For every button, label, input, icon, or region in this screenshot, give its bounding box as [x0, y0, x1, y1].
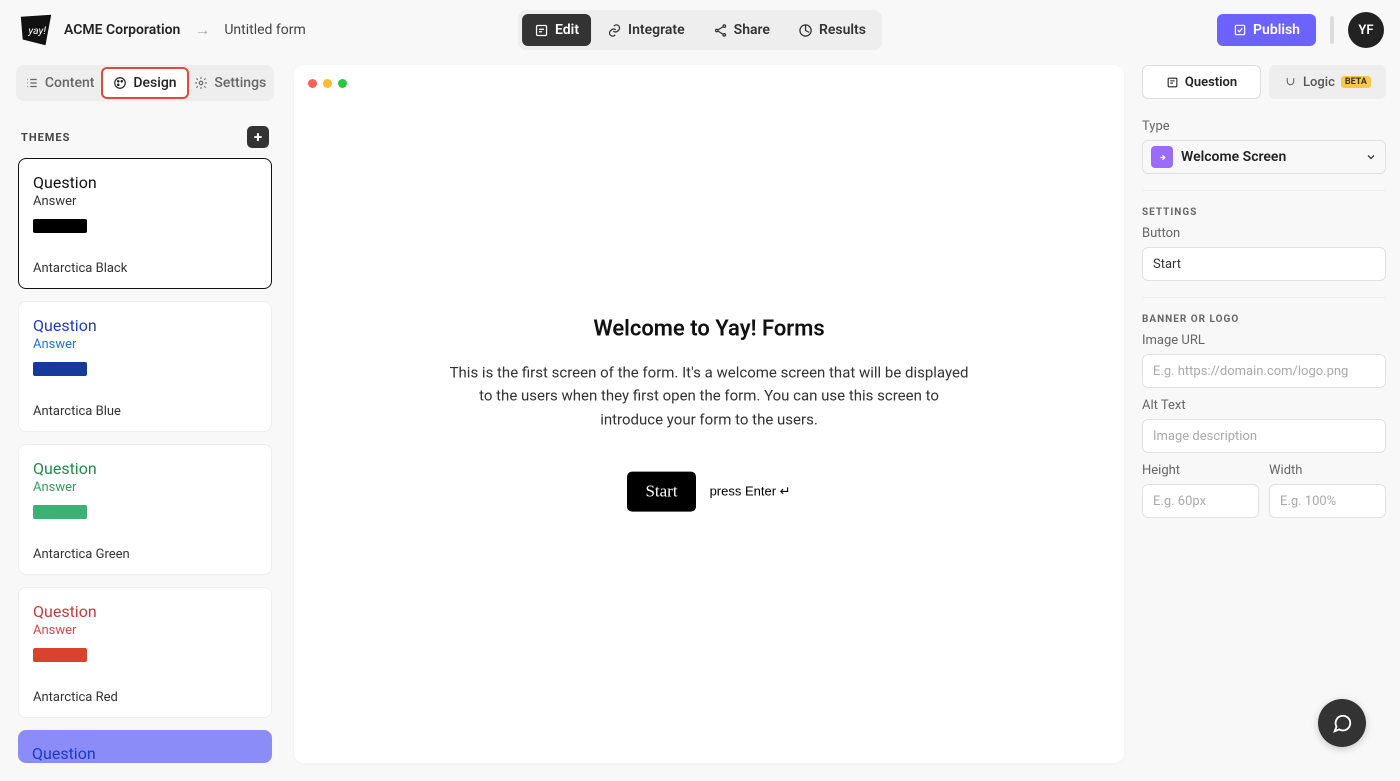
window-traffic-lights [308, 79, 347, 88]
top-bar: yay! ACME Corporation → Untitled form Ed… [0, 0, 1400, 60]
alt-text-input[interactable] [1142, 419, 1386, 453]
results-icon [798, 23, 813, 38]
form-preview: Welcome to Yay! Forms This is the first … [294, 65, 1124, 763]
height-input[interactable] [1142, 484, 1259, 518]
logo[interactable]: yay! [16, 11, 56, 49]
left-tabs: Content Design Settings [16, 65, 274, 101]
type-select[interactable]: Welcome Screen [1142, 140, 1386, 174]
theme-card[interactable]: Question [18, 730, 272, 763]
image-url-input[interactable] [1142, 354, 1386, 388]
chevron-right-icon: → [194, 20, 210, 40]
edit-tab[interactable]: Edit [522, 14, 591, 46]
add-theme-button[interactable]: + [247, 126, 269, 148]
svg-text:yay!: yay! [27, 24, 46, 37]
question-icon [1166, 76, 1179, 89]
welcome-description[interactable]: This is the first screen of the form. It… [449, 362, 969, 432]
results-tab[interactable]: Results [786, 14, 878, 46]
publish-button[interactable]: Publish [1217, 14, 1316, 46]
logic-icon [1284, 76, 1297, 89]
main-layout: Content Design Settings THEMES + Q [0, 60, 1400, 781]
right-column: Question Logic BETA Type Welcome Screen … [1142, 60, 1400, 781]
image-url-label: Image URL [1142, 333, 1386, 348]
palette-icon [113, 76, 127, 90]
button-label: Button [1142, 226, 1386, 241]
alt-text-label: Alt Text [1142, 398, 1386, 413]
avatar[interactable]: YF [1348, 12, 1384, 48]
preview-column: Welcome to Yay! Forms This is the first … [280, 60, 1142, 781]
breadcrumb: ACME Corporation → Untitled form [64, 20, 306, 40]
beta-badge: BETA [1341, 76, 1371, 88]
edit-icon [534, 23, 549, 38]
maximize-dot-icon [338, 79, 347, 88]
settings-heading: SETTINGS [1142, 207, 1386, 218]
type-label: Type [1142, 119, 1386, 134]
yay-logo-icon: yay! [16, 11, 56, 49]
list-icon [25, 76, 39, 90]
button-text-input[interactable] [1142, 247, 1386, 281]
integrate-tab[interactable]: Integrate [595, 14, 697, 46]
publish-icon [1233, 23, 1247, 37]
theme-name: Antarctica Red [33, 690, 257, 705]
height-label: Height [1142, 463, 1259, 478]
toolbar-right: Publish YF [1217, 12, 1384, 48]
press-enter-hint: press Enter ↵ [710, 483, 791, 499]
theme-card[interactable]: Question Answer Antarctica Black [18, 158, 272, 289]
tab-design[interactable]: Design [101, 67, 188, 99]
tab-content[interactable]: Content [18, 67, 101, 99]
color-swatch [33, 362, 87, 376]
toolbar-center: Edit Integrate Share Results [518, 10, 882, 50]
themes-heading: THEMES [21, 131, 70, 144]
breadcrumb-org[interactable]: ACME Corporation [64, 22, 180, 38]
close-dot-icon [308, 79, 317, 88]
minimize-dot-icon [323, 79, 332, 88]
divider [1142, 190, 1386, 191]
theme-name: Antarctica Black [33, 261, 257, 276]
chevron-down-icon [1365, 148, 1377, 167]
theme-card[interactable]: Question Answer Antarctica Red [18, 587, 272, 718]
share-tab[interactable]: Share [701, 14, 782, 46]
right-tabs: Question Logic BETA [1142, 65, 1386, 99]
color-swatch [33, 648, 87, 662]
themes-panel: THEMES + Question Answer Antarctica Blac… [10, 126, 280, 781]
start-button[interactable]: Start [627, 471, 695, 511]
left-column: Content Design Settings THEMES + Q [10, 60, 280, 781]
chat-icon [1331, 712, 1353, 734]
link-icon [607, 23, 622, 38]
breadcrumb-form-name[interactable]: Untitled form [224, 22, 305, 38]
tab-logic[interactable]: Logic BETA [1269, 65, 1386, 99]
banner-heading: BANNER OR LOGO [1142, 314, 1386, 325]
width-label: Width [1269, 463, 1386, 478]
tab-question[interactable]: Question [1142, 65, 1261, 99]
theme-name: Antarctica Green [33, 547, 257, 562]
theme-name: Antarctica Blue [33, 404, 257, 419]
gear-icon [194, 76, 208, 90]
theme-card[interactable]: Question Answer Antarctica Blue [18, 301, 272, 432]
width-input[interactable] [1269, 484, 1386, 518]
theme-card[interactable]: Question Answer Antarctica Green [18, 444, 272, 575]
share-icon [713, 23, 728, 38]
divider [1142, 297, 1386, 298]
tab-settings[interactable]: Settings [189, 67, 272, 99]
color-swatch [33, 505, 87, 519]
help-button[interactable] [1318, 699, 1366, 747]
toolbar-divider [1330, 16, 1334, 44]
welcome-title[interactable]: Welcome to Yay! Forms [449, 317, 969, 342]
welcome-screen-icon [1151, 146, 1173, 168]
color-swatch [33, 219, 87, 233]
